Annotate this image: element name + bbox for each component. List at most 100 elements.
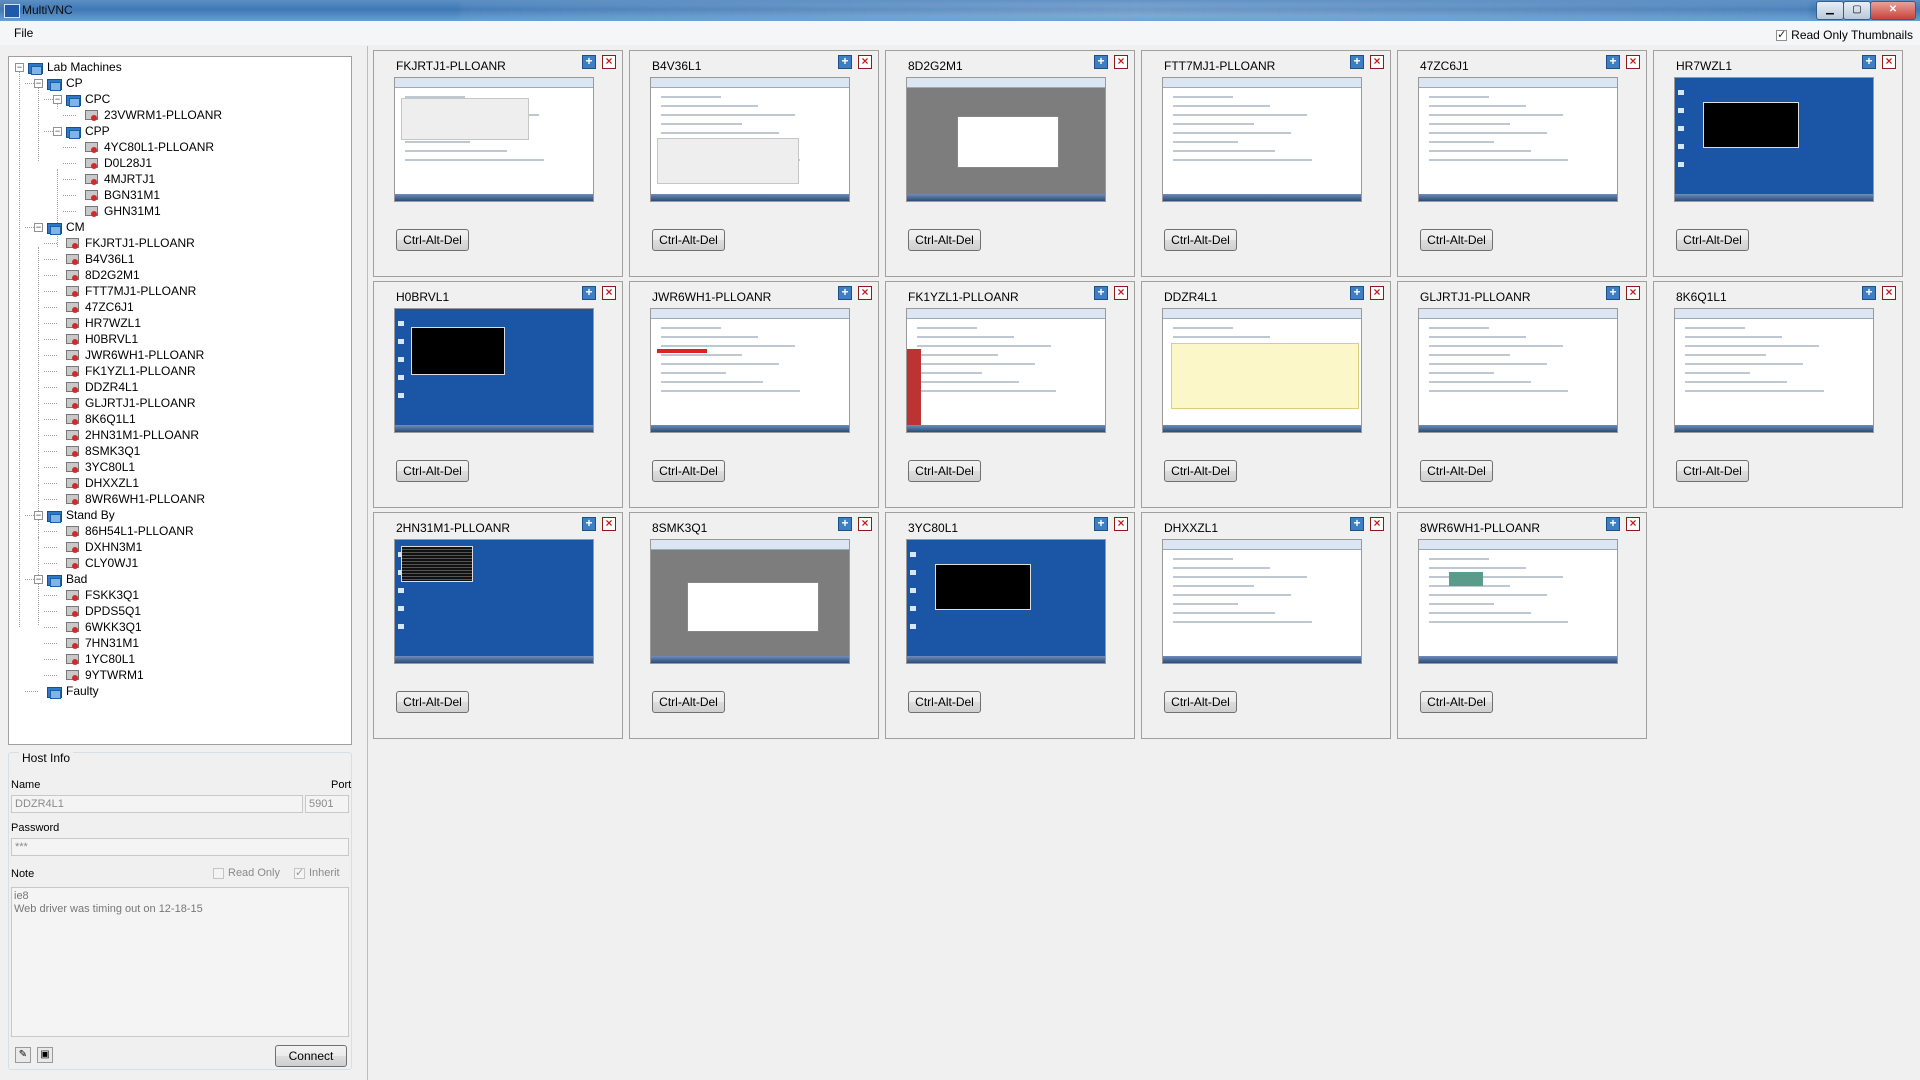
tree-host[interactable]: FK1YZL1-PLLOANR <box>53 363 196 379</box>
collapse-toggle-icon[interactable]: − <box>53 126 62 136</box>
tree-host[interactable]: FSKK3Q1 <box>53 587 139 603</box>
tree-host[interactable]: 9YTWRM1 <box>53 667 144 683</box>
expand-icon[interactable]: + <box>1350 286 1364 300</box>
remote-screen-thumbnail[interactable] <box>1162 539 1362 664</box>
ctrl-alt-del-button[interactable]: Ctrl-Alt-Del <box>908 460 981 482</box>
close-icon[interactable]: × <box>1370 55 1384 69</box>
tree-host[interactable]: HR7WZL1 <box>53 315 141 331</box>
expand-icon[interactable]: + <box>1350 517 1364 531</box>
remote-screen-thumbnail[interactable] <box>906 539 1106 664</box>
tree-host[interactable]: 8K6Q1L1 <box>53 411 136 427</box>
read-only-option[interactable]: Read Only <box>213 867 280 879</box>
tree-host[interactable]: 86H54L1-PLLOANR <box>53 523 194 539</box>
remote-screen-thumbnail[interactable] <box>1162 308 1362 433</box>
close-icon[interactable]: × <box>858 517 872 531</box>
tree-host[interactable]: GLJRTJ1-PLLOANR <box>53 395 195 411</box>
tree-node-stand-by[interactable]: − Stand By <box>34 507 115 523</box>
ctrl-alt-del-button[interactable]: Ctrl-Alt-Del <box>908 691 981 713</box>
expand-icon[interactable]: + <box>1094 55 1108 69</box>
tree-host[interactable]: FKJRTJ1-PLLOANR <box>53 235 195 251</box>
tree-host[interactable]: B4V36L1 <box>53 251 134 267</box>
close-icon[interactable]: × <box>1114 286 1128 300</box>
read-only-thumbnails-checkbox[interactable] <box>1776 28 1788 41</box>
remote-screen-thumbnail[interactable] <box>906 77 1106 202</box>
collapse-toggle-icon[interactable]: − <box>34 574 43 584</box>
tree-node-bad[interactable]: − Bad <box>34 571 87 587</box>
tree-host[interactable]: 1YC80L1 <box>53 651 135 667</box>
password-field[interactable]: *** <box>11 838 349 856</box>
remote-screen-thumbnail[interactable] <box>906 308 1106 433</box>
tree-host[interactable]: 2HN31M1-PLLOANR <box>53 427 199 443</box>
tree-host[interactable]: 8SMK3Q1 <box>53 443 140 459</box>
tree-node-cpc[interactable]: − CPC <box>53 91 110 107</box>
port-field[interactable]: 5901 <box>305 795 349 813</box>
collapse-toggle-icon[interactable]: − <box>15 62 24 72</box>
close-icon[interactable]: × <box>1114 55 1128 69</box>
expand-icon[interactable]: + <box>582 286 596 300</box>
host-thumbnail-tile[interactable]: H0BRVL1 + × Ctrl-Alt-Del <box>373 281 623 508</box>
ctrl-alt-del-button[interactable]: Ctrl-Alt-Del <box>652 691 725 713</box>
ctrl-alt-del-button[interactable]: Ctrl-Alt-Del <box>1676 229 1749 251</box>
tree-host[interactable]: FTT7MJ1-PLLOANR <box>53 283 196 299</box>
tree-host[interactable]: JWR6WH1-PLLOANR <box>53 347 204 363</box>
remote-screen-thumbnail[interactable] <box>1674 77 1874 202</box>
close-window-button[interactable]: ✕ <box>1870 1 1916 20</box>
ctrl-alt-del-button[interactable]: Ctrl-Alt-Del <box>396 460 469 482</box>
tree-host[interactable]: DXHN3M1 <box>53 539 142 555</box>
close-icon[interactable]: × <box>1626 286 1640 300</box>
tree-host[interactable]: 4YC80L1-PLLOANR <box>72 139 214 155</box>
host-thumbnail-tile[interactable]: 8SMK3Q1 + × Ctrl-Alt-Del <box>629 512 879 739</box>
tree-host[interactable]: D0L28J1 <box>72 155 152 171</box>
host-thumbnail-tile[interactable]: FKJRTJ1-PLLOANR + × Ctrl-Alt-Del <box>373 50 623 277</box>
expand-icon[interactable]: + <box>1606 55 1620 69</box>
tree-host[interactable]: 3YC80L1 <box>53 459 135 475</box>
tree-node-cm[interactable]: − CM <box>34 219 85 235</box>
tree-host[interactable]: 7HN31M1 <box>53 635 139 651</box>
tree-node-lab-machines[interactable]: − Lab Machines <box>15 59 122 75</box>
tree-host[interactable]: 8WR6WH1-PLLOANR <box>53 491 205 507</box>
tree-host[interactable]: GHN31M1 <box>72 203 161 219</box>
remote-screen-thumbnail[interactable] <box>650 308 850 433</box>
remote-screen-thumbnail[interactable] <box>1418 308 1618 433</box>
menu-file[interactable]: File <box>14 26 33 40</box>
close-icon[interactable]: × <box>1370 517 1384 531</box>
host-thumbnail-tile[interactable]: B4V36L1 + × Ctrl-Alt-Del <box>629 50 879 277</box>
host-thumbnail-tile[interactable]: 3YC80L1 + × Ctrl-Alt-Del <box>885 512 1135 739</box>
remote-screen-thumbnail[interactable] <box>1674 308 1874 433</box>
connect-button[interactable]: Connect <box>275 1045 347 1067</box>
expand-icon[interactable]: + <box>1350 55 1364 69</box>
expand-icon[interactable]: + <box>1094 286 1108 300</box>
close-icon[interactable]: × <box>1882 55 1896 69</box>
note-textarea[interactable]: ie8 Web driver was timing out on 12-18-1… <box>11 887 349 1037</box>
host-thumbnail-tile[interactable]: FK1YZL1-PLLOANR + × Ctrl-Alt-Del <box>885 281 1135 508</box>
remote-screen-thumbnail[interactable] <box>650 539 850 664</box>
remote-screen-thumbnail[interactable] <box>394 77 594 202</box>
tree-host[interactable]: 6WKK3Q1 <box>53 619 142 635</box>
host-thumbnail-tile[interactable]: 8K6Q1L1 + × Ctrl-Alt-Del <box>1653 281 1903 508</box>
host-thumbnail-tile[interactable]: GLJRTJ1-PLLOANR + × Ctrl-Alt-Del <box>1397 281 1647 508</box>
tree-host[interactable]: 8D2G2M1 <box>53 267 140 283</box>
save-icon[interactable]: ▣ <box>37 1047 53 1063</box>
name-field[interactable]: DDZR4L1 <box>11 795 303 813</box>
edit-icon[interactable]: ✎ <box>15 1047 31 1063</box>
ctrl-alt-del-button[interactable]: Ctrl-Alt-Del <box>652 229 725 251</box>
host-thumbnail-tile[interactable]: HR7WZL1 + × Ctrl-Alt-Del <box>1653 50 1903 277</box>
close-icon[interactable]: × <box>1626 55 1640 69</box>
expand-icon[interactable]: + <box>1862 286 1876 300</box>
collapse-toggle-icon[interactable]: − <box>34 78 43 88</box>
tree-host[interactable]: BGN31M1 <box>72 187 160 203</box>
tree-host[interactable]: DDZR4L1 <box>53 379 138 395</box>
remote-screen-thumbnail[interactable] <box>1418 539 1618 664</box>
expand-icon[interactable]: + <box>1862 55 1876 69</box>
close-icon[interactable]: × <box>858 286 872 300</box>
tree-host[interactable]: 4MJRTJ1 <box>72 171 155 187</box>
host-thumbnail-tile[interactable]: DHXXZL1 + × Ctrl-Alt-Del <box>1141 512 1391 739</box>
ctrl-alt-del-button[interactable]: Ctrl-Alt-Del <box>1420 229 1493 251</box>
tree-host[interactable]: DPDS5Q1 <box>53 603 141 619</box>
expand-icon[interactable]: + <box>582 517 596 531</box>
close-icon[interactable]: × <box>1626 517 1640 531</box>
read-only-checkbox[interactable] <box>213 867 224 879</box>
expand-icon[interactable]: + <box>1094 517 1108 531</box>
host-thumbnail-tile[interactable]: FTT7MJ1-PLLOANR + × Ctrl-Alt-Del <box>1141 50 1391 277</box>
host-thumbnail-tile[interactable]: 8D2G2M1 + × Ctrl-Alt-Del <box>885 50 1135 277</box>
